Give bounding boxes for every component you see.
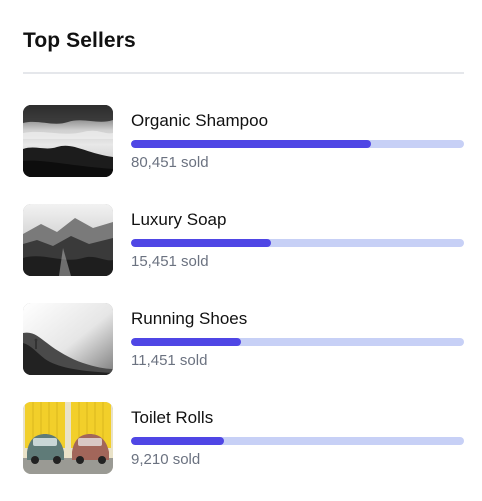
- sales-progress-bar: [131, 239, 464, 247]
- mountain-valley-image: [23, 204, 113, 276]
- sales-progress-fill: [131, 239, 271, 247]
- product-info: Toilet Rolls 9,210 sold: [131, 408, 464, 469]
- sales-progress-fill: [131, 437, 225, 445]
- units-sold: 15,451 sold: [131, 253, 209, 270]
- top-sellers-card: Top Sellers Organic Shampoo 80,451 sold …: [0, 0, 482, 497]
- product-thumbnail: [23, 402, 113, 474]
- product-info: Organic Shampoo 80,451 sold: [131, 111, 464, 172]
- product-thumbnail: [23, 303, 113, 375]
- vintage-cars-image: [23, 402, 113, 474]
- product-name: Luxury Soap: [131, 210, 227, 229]
- units-sold: 80,451 sold: [131, 154, 209, 171]
- title-divider: [23, 72, 464, 74]
- product-item[interactable]: Luxury Soap 15,451 sold: [23, 204, 464, 277]
- product-name: Toilet Rolls: [131, 408, 214, 427]
- foggy-shore-image: [23, 303, 113, 375]
- sales-progress-bar: [131, 437, 464, 445]
- product-info: Luxury Soap 15,451 sold: [131, 210, 464, 271]
- sales-progress-bar: [131, 338, 464, 346]
- sales-progress-fill: [131, 338, 241, 346]
- product-list: Organic Shampoo 80,451 sold Luxury Soap …: [23, 105, 464, 501]
- sales-progress-bar: [131, 140, 464, 148]
- card-title: Top Sellers: [23, 29, 136, 52]
- misty-landscape-image: [23, 105, 113, 177]
- product-thumbnail: [23, 204, 113, 276]
- product-name: Running Shoes: [131, 309, 248, 328]
- product-item[interactable]: Toilet Rolls 9,210 sold: [23, 402, 464, 475]
- product-thumbnail: [23, 105, 113, 177]
- product-info: Running Shoes 11,451 sold: [131, 309, 464, 370]
- units-sold: 11,451 sold: [131, 352, 208, 369]
- product-item[interactable]: Organic Shampoo 80,451 sold: [23, 105, 464, 178]
- product-name: Organic Shampoo: [131, 111, 269, 130]
- sales-progress-fill: [131, 140, 371, 148]
- product-item[interactable]: Running Shoes 11,451 sold: [23, 303, 464, 376]
- units-sold: 9,210 sold: [131, 451, 201, 468]
